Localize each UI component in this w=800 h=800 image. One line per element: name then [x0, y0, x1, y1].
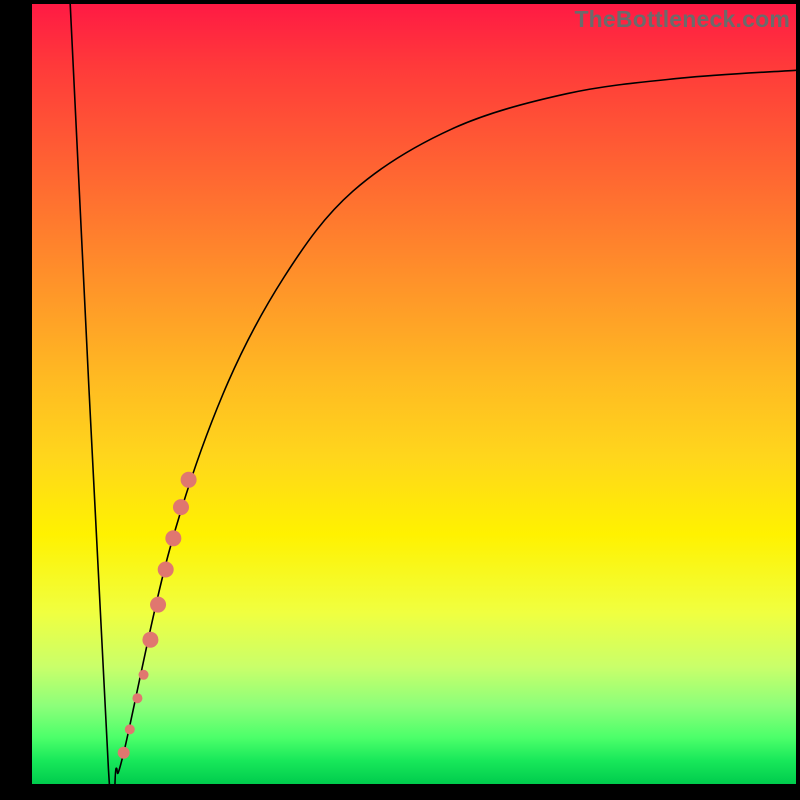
highlight-marker	[158, 562, 174, 578]
highlight-marker	[142, 632, 158, 648]
curve-layer	[70, 4, 796, 784]
highlight-marker	[150, 597, 166, 613]
highlight-marker	[125, 724, 135, 734]
highlight-marker	[165, 530, 181, 546]
plot-area	[32, 4, 796, 784]
marker-layer	[118, 472, 197, 759]
highlight-marker	[173, 499, 189, 515]
chart-root: TheBottleneck.com	[0, 0, 800, 800]
highlight-marker	[181, 472, 197, 488]
highlight-marker	[139, 670, 149, 680]
bottleneck-curve	[70, 4, 796, 784]
highlight-marker	[118, 747, 130, 759]
chart-svg	[32, 4, 796, 784]
highlight-marker	[132, 693, 142, 703]
watermark-text: TheBottleneck.com	[574, 6, 790, 33]
